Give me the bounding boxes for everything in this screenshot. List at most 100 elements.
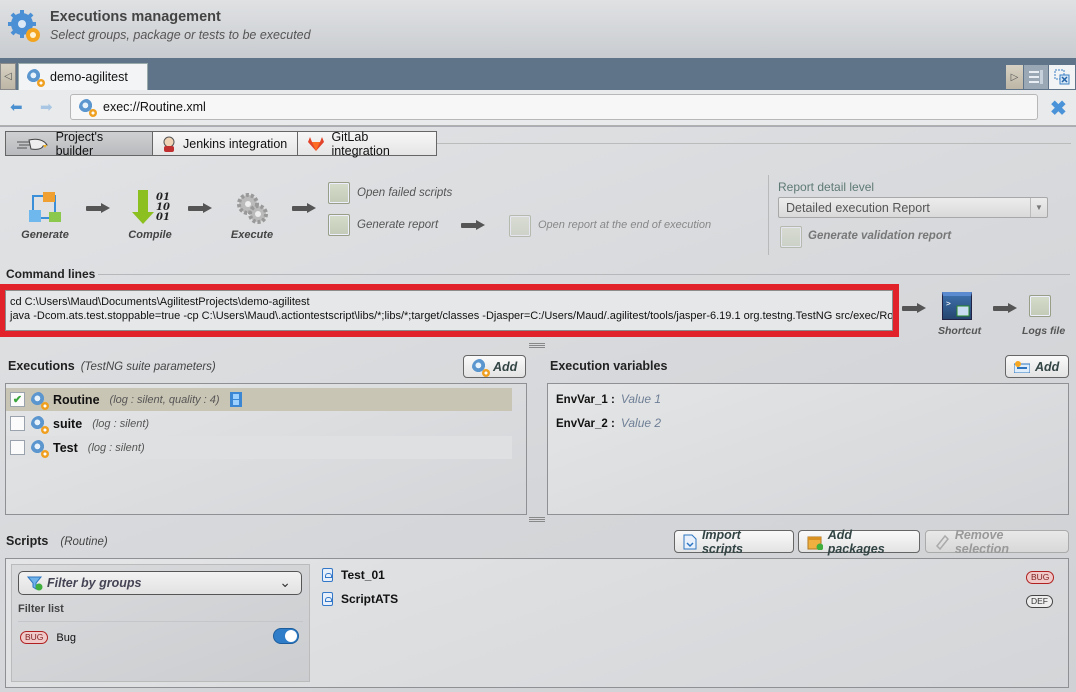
arrow-icon <box>993 303 1017 313</box>
executions-title: Executions (TestNG suite parameters) <box>8 359 216 373</box>
execution-info: (log : silent) <box>87 441 145 454</box>
checkbox-checked[interactable]: ✔ <box>10 392 25 407</box>
shortcut-icon[interactable]: > <box>942 292 972 320</box>
forward-arrow-icon[interactable]: ➡ <box>40 98 53 116</box>
filter-placeholder: Filter by groups <box>47 576 142 590</box>
variable-row[interactable]: EnvVar_1 : Value 1 <box>556 392 661 406</box>
compile-step[interactable]: 01 10 01 Compile <box>124 190 176 241</box>
remove-selection-button[interactable]: Remove selection <box>925 528 1069 556</box>
compile-icon: 011001 <box>132 190 170 224</box>
tab-demo-agilitest[interactable]: demo-agilitest <box>18 63 148 90</box>
open-failed-scripts-checkbox[interactable] <box>328 182 350 204</box>
generate-icon <box>29 192 61 222</box>
tab-scroll-right-button[interactable]: ▷ <box>1006 65 1023 89</box>
open-report-checkbox[interactable] <box>509 215 531 237</box>
subtab-label: Project's builder <box>55 129 104 158</box>
selected-value: Detailed execution Report <box>786 200 930 215</box>
execution-info: (log : silent, quality : 4) <box>109 393 220 406</box>
chevron-down-icon: ▼ <box>1030 198 1047 217</box>
tab-gitlab-integration[interactable]: GitLab integration <box>297 129 437 158</box>
step-label: Execute <box>230 229 274 241</box>
checkbox[interactable] <box>10 416 25 431</box>
execute-step[interactable]: Execute <box>226 190 278 241</box>
open-failed-scripts-label: Open failed scripts <box>357 187 453 199</box>
script-row[interactable]: Test_01 <box>322 568 385 582</box>
filter-by-groups-dropdown[interactable]: Filter by groups ⌄ <box>18 571 302 595</box>
executions-title-text: Executions <box>8 359 75 373</box>
gears-icon <box>31 391 49 410</box>
gears-icon <box>472 358 490 377</box>
back-arrow-icon[interactable]: ⬅ <box>10 98 23 116</box>
generate-step[interactable]: Generate <box>20 190 70 241</box>
button-label: Add <box>1035 359 1060 374</box>
tab-projects-builder[interactable]: Project's builder <box>5 129 153 158</box>
script-row[interactable]: ScriptATS <box>322 592 398 606</box>
variable-name: EnvVar_2 : <box>556 418 615 430</box>
variable-name: EnvVar_1 : <box>556 394 615 406</box>
scripts-subtitle: (Routine) <box>60 536 108 548</box>
execution-row-suite[interactable]: suite (log : silent) <box>6 412 512 435</box>
import-icon <box>683 534 697 549</box>
checkbox[interactable] <box>10 440 25 455</box>
logs-file-checkbox[interactable] <box>1029 295 1051 317</box>
script-name: ScriptATS <box>341 592 399 606</box>
report-detail-level-select[interactable]: Detailed execution Report ▼ <box>778 197 1048 218</box>
scripts-title-text: Scripts <box>6 534 49 548</box>
arrow-icon <box>188 203 212 213</box>
variable-value: Value 2 <box>620 416 662 430</box>
gears-icon <box>79 99 97 117</box>
filter-item-bug: BUG Bug <box>20 631 76 644</box>
close-icon[interactable]: ✖ <box>1050 96 1067 121</box>
variable-row[interactable]: EnvVar_2 : Value 2 <box>556 416 661 430</box>
subtab-label: GitLab integration <box>331 129 390 158</box>
execution-name: Routine <box>53 392 100 407</box>
import-scripts-button[interactable]: Import scripts <box>674 527 794 556</box>
list-icon <box>1029 70 1043 84</box>
divider <box>18 621 303 622</box>
svg-text:01: 01 <box>156 212 170 223</box>
gears-icon <box>27 69 45 87</box>
splitter-handle[interactable] <box>529 343 545 348</box>
gears-icon <box>31 439 49 458</box>
execution-variables-title: Execution variables <box>550 359 668 373</box>
package-add-icon <box>807 536 823 550</box>
filter-label: Bug <box>56 631 76 644</box>
jenkins-icon <box>163 136 175 152</box>
add-variable-icon <box>1014 360 1030 373</box>
button-label: Import scripts <box>701 527 743 556</box>
chevron-down-icon: ⌄ <box>279 574 291 590</box>
page-subtitle: Select groups, package or tests to be ex… <box>50 28 311 42</box>
tab-bar <box>0 58 1076 90</box>
command-lines-textarea[interactable]: cd C:\Users\Maud\Documents\AgilitestProj… <box>5 290 893 331</box>
generate-report-label: Generate report <box>357 219 439 231</box>
execution-info: (log : silent) <box>92 417 150 430</box>
add-execution-button[interactable]: Add <box>463 355 526 378</box>
script-icon <box>322 568 333 582</box>
tab-label: demo-agilitest <box>50 70 128 84</box>
tab-jenkins-integration[interactable]: Jenkins integration <box>152 131 298 156</box>
tab-list-button[interactable] <box>1024 65 1048 89</box>
add-variable-button[interactable]: Add <box>1005 355 1069 378</box>
video-icon <box>229 392 242 407</box>
splitter-handle[interactable] <box>529 517 545 522</box>
tab-scroll-left-button[interactable]: ◁ <box>0 63 16 90</box>
add-packages-button[interactable]: Add packages <box>798 528 920 556</box>
eagle-icon <box>17 138 48 150</box>
subtab-label: Jenkins integration <box>183 136 288 151</box>
generate-validation-report-checkbox[interactable] <box>780 226 802 248</box>
address-input[interactable]: exec://Routine.xml <box>70 94 1038 120</box>
address-value: exec://Routine.xml <box>103 100 206 114</box>
step-label: Generate <box>21 229 69 241</box>
command-lines-title: Command lines <box>6 267 96 281</box>
execution-row-test[interactable]: Test (log : silent) <box>6 436 512 459</box>
arrow-icon <box>461 220 485 230</box>
gitlab-icon <box>308 136 324 151</box>
generate-report-checkbox[interactable] <box>328 214 350 236</box>
gears-icon <box>31 415 49 434</box>
step-label: Compile <box>128 229 172 241</box>
def-tag: DEF <box>1026 595 1053 608</box>
execution-row-routine[interactable]: ✔ Routine (log : silent, quality : 4) <box>6 388 512 411</box>
bug-filter-toggle[interactable] <box>273 628 299 644</box>
eraser-icon <box>935 534 950 550</box>
close-all-tabs-button[interactable] <box>1049 65 1075 89</box>
